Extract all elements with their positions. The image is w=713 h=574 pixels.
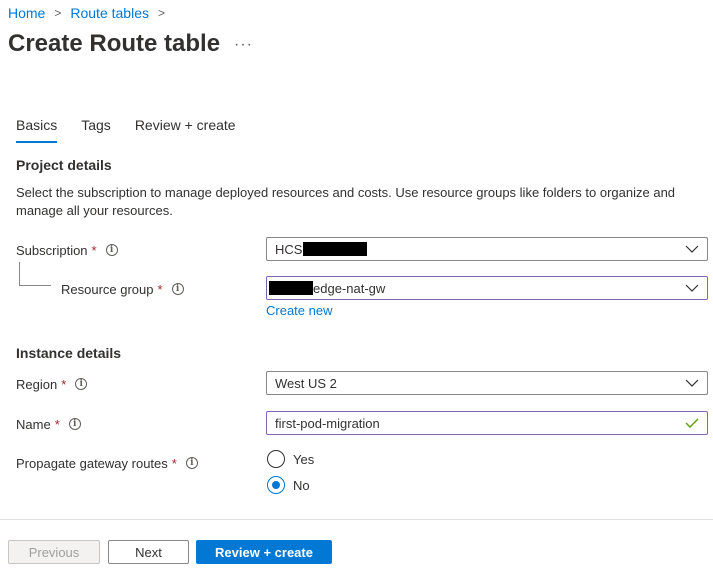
breadcrumb-home-link[interactable]: Home <box>8 5 45 21</box>
info-icon[interactable]: i <box>185 457 198 469</box>
required-marker: * <box>171 455 177 471</box>
info-icon[interactable]: i <box>105 244 118 256</box>
tree-connector <box>19 285 51 286</box>
review-create-button[interactable]: Review + create <box>196 540 332 564</box>
propagate-gateway-routes-label: Propagate gateway routes * i <box>16 455 198 471</box>
subscription-dropdown[interactable]: HCS <box>266 237 708 261</box>
name-value: first-pod-migration <box>275 415 380 431</box>
more-options-icon[interactable]: ··· <box>234 36 253 54</box>
radio-option-yes[interactable]: Yes <box>267 450 314 468</box>
breadcrumb-route-tables-link[interactable]: Route tables <box>70 5 149 21</box>
tab-tags[interactable]: Tags <box>81 117 111 143</box>
project-details-heading: Project details <box>16 157 112 173</box>
subscription-label-text: Subscription <box>16 242 88 258</box>
required-marker: * <box>157 281 163 297</box>
next-button[interactable]: Next <box>108 540 189 564</box>
redacted-block <box>303 242 368 256</box>
chevron-down-icon <box>685 379 699 387</box>
region-label: Region * i <box>16 376 88 392</box>
region-dropdown[interactable]: West US 2 <box>266 371 708 395</box>
redacted-block <box>269 281 313 295</box>
radio-label-no: No <box>293 477 310 493</box>
name-label: Name * i <box>16 416 81 432</box>
info-icon[interactable]: i <box>75 378 88 390</box>
required-marker: * <box>61 376 67 392</box>
subscription-label: Subscription * i <box>16 242 118 258</box>
previous-button[interactable]: Previous <box>8 540 100 564</box>
region-value: West US 2 <box>275 375 337 391</box>
resource-group-value: edge-nat-gw <box>313 280 386 296</box>
name-label-text: Name <box>16 416 51 432</box>
chevron-down-icon <box>685 284 699 292</box>
footer-divider <box>0 519 713 520</box>
required-marker: * <box>54 416 60 432</box>
tab-review-create[interactable]: Review + create <box>135 117 236 143</box>
required-marker: * <box>91 242 97 258</box>
info-icon[interactable]: i <box>171 283 184 295</box>
chevron-down-icon <box>685 245 699 253</box>
radio-label-yes: Yes <box>293 451 315 467</box>
instance-details-heading: Instance details <box>16 345 122 361</box>
region-label-text: Region <box>16 376 58 392</box>
chevron-right-icon: > <box>54 6 62 20</box>
propagate-label-text: Propagate gateway routes <box>16 455 168 471</box>
tab-bar: Basics Tags Review + create <box>16 117 236 143</box>
checkmark-icon <box>685 418 699 428</box>
subscription-value: HCS <box>275 241 303 257</box>
chevron-right-icon: > <box>157 6 165 20</box>
project-details-description: Select the subscription to manage deploy… <box>16 185 676 218</box>
info-icon[interactable]: i <box>68 418 81 430</box>
radio-circle[interactable] <box>267 450 285 468</box>
resource-group-dropdown[interactable]: edge-nat-gw <box>266 276 708 300</box>
tab-basics[interactable]: Basics <box>16 117 58 143</box>
radio-option-no[interactable]: No <box>267 476 310 494</box>
resource-group-label: Resource group * i <box>61 281 184 297</box>
tree-connector <box>19 262 20 285</box>
resource-group-label-text: Resource group <box>61 281 154 297</box>
page-title: Create Route table <box>8 30 221 57</box>
name-input[interactable]: first-pod-migration <box>266 411 708 435</box>
breadcrumb: Home > Route tables > <box>8 4 174 22</box>
radio-circle-selected[interactable] <box>267 476 285 494</box>
create-new-link[interactable]: Create new <box>266 303 332 318</box>
